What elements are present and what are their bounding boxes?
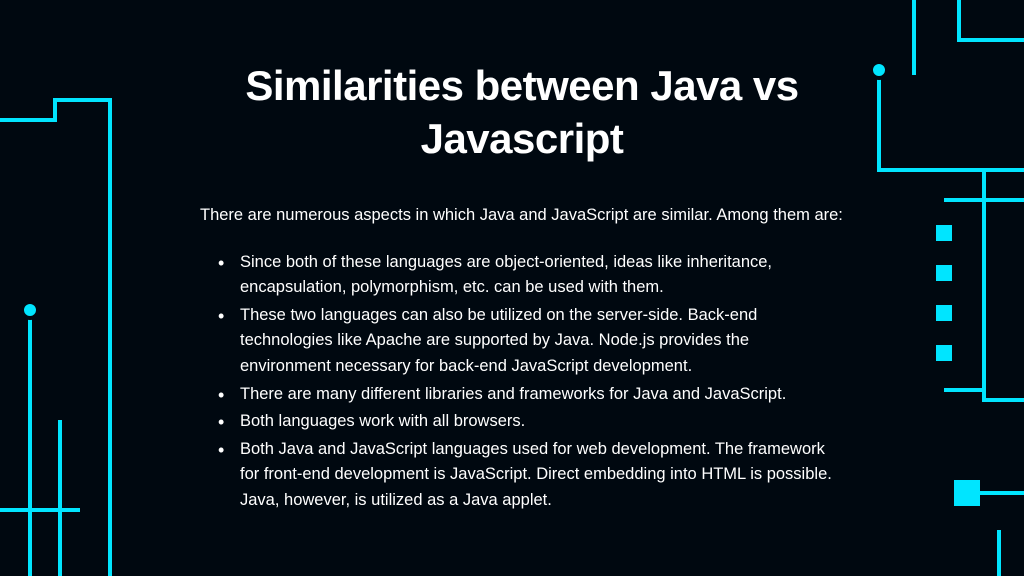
list-item: Both languages work with all browsers. bbox=[240, 409, 844, 435]
slide-content: Similarities between Java vs Javascript … bbox=[0, 0, 1024, 555]
list-item: Since both of these languages are object… bbox=[240, 250, 844, 301]
bullet-list: Since both of these languages are object… bbox=[200, 250, 844, 514]
list-item: There are many different libraries and f… bbox=[240, 382, 844, 408]
intro-text: There are numerous aspects in which Java… bbox=[200, 203, 844, 228]
page-title: Similarities between Java vs Javascript bbox=[200, 60, 844, 165]
list-item: Both Java and JavaScript languages used … bbox=[240, 437, 844, 514]
list-item: These two languages can also be utilized… bbox=[240, 303, 844, 380]
